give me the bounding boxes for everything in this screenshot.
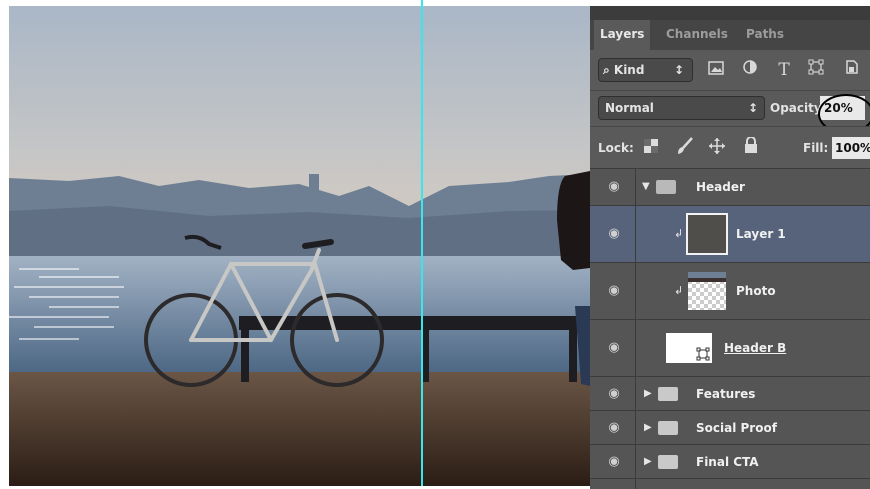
fill-input[interactable]: 100% bbox=[832, 137, 870, 159]
clipping-mask-arrow-icon: ↲ bbox=[674, 227, 684, 240]
layer-name: Header B bbox=[724, 341, 787, 355]
bicycle-seaside-photo bbox=[9, 6, 590, 486]
eye-icon: ◉ bbox=[608, 179, 620, 194]
filter-row: ⌕ Kind ↕ T bbox=[590, 50, 870, 90]
eye-icon: ◉ bbox=[608, 419, 620, 435]
layer-row-header[interactable]: ◉ ▼ Header bbox=[590, 168, 870, 205]
expand-triangle-icon[interactable]: ▶ bbox=[644, 421, 656, 435]
visibility-toggle[interactable]: ◉ bbox=[590, 320, 636, 376]
adjustment-filter-icon[interactable] bbox=[738, 58, 762, 82]
eye-icon: ◉ bbox=[608, 453, 620, 469]
tab-paths[interactable]: Paths bbox=[740, 20, 790, 50]
layer-row-final-cta[interactable]: ◉ ▶ Final CTA bbox=[590, 444, 870, 478]
select-arrow-icon: ↕ bbox=[673, 63, 684, 77]
fill-label: Fill: bbox=[803, 141, 829, 155]
smart-object-filter-icon[interactable] bbox=[840, 58, 864, 82]
visibility-toggle[interactable]: ◉ bbox=[590, 411, 636, 444]
shape-filter-icon[interactable] bbox=[804, 58, 828, 82]
layer-name: Photo bbox=[736, 284, 776, 298]
layer-name: Final CTA bbox=[696, 454, 759, 469]
layer-thumbnail bbox=[686, 213, 728, 255]
layer-name: Social Proof bbox=[696, 420, 777, 435]
layer-row-features[interactable]: ◉ ▶ Features bbox=[590, 376, 870, 410]
visibility-toggle[interactable] bbox=[590, 479, 636, 489]
shape-layer-thumbnail bbox=[666, 333, 712, 363]
lock-row: Lock: Fill: 100% bbox=[590, 126, 870, 168]
layer-row-social-proof[interactable]: ◉ ▶ Social Proof bbox=[590, 410, 870, 444]
layer-name: Features bbox=[696, 386, 756, 401]
expand-triangle-icon[interactable]: ▶ bbox=[644, 387, 656, 401]
folder-icon bbox=[658, 386, 678, 401]
visibility-toggle[interactable]: ◉ bbox=[590, 169, 636, 205]
tab-channels[interactable]: Channels bbox=[660, 20, 734, 50]
layer-row-photo[interactable]: ◉ ↲ Photo bbox=[590, 262, 870, 319]
lock-position-icon[interactable] bbox=[706, 137, 728, 159]
collapse-triangle-icon[interactable]: ▼ bbox=[642, 180, 654, 194]
lock-image-pixels-icon[interactable] bbox=[674, 137, 696, 159]
layer-name: Layer 1 bbox=[736, 227, 786, 241]
visibility-toggle[interactable]: ◉ bbox=[590, 445, 636, 478]
eye-icon: ◉ bbox=[608, 226, 620, 241]
layers-panel: Layers Channels Paths ⌕ Kind ↕ T Normal … bbox=[590, 6, 870, 489]
layer-row-header-b[interactable]: ◉ Header B bbox=[590, 319, 870, 376]
tab-layers[interactable]: Layers bbox=[594, 20, 651, 50]
layer-row-layer-1[interactable]: ◉ ↲ Layer 1 bbox=[590, 205, 870, 262]
folder-icon bbox=[658, 454, 678, 469]
filter-kind-select[interactable]: ⌕ Kind ↕ bbox=[598, 58, 693, 82]
blend-mode-select[interactable]: Normal ↕ bbox=[598, 96, 765, 120]
image-filter-icon[interactable] bbox=[704, 58, 728, 82]
visibility-toggle[interactable]: ◉ bbox=[590, 206, 636, 262]
eye-icon: ◉ bbox=[608, 283, 620, 298]
folder-open-icon bbox=[656, 180, 676, 194]
layer-name: Header bbox=[696, 180, 745, 194]
type-filter-icon[interactable]: T bbox=[772, 58, 796, 82]
panel-tab-bar: Layers Channels Paths bbox=[590, 20, 870, 50]
filter-kind-label: ⌕ Kind bbox=[603, 63, 645, 77]
clipping-mask-arrow-icon: ↲ bbox=[674, 284, 684, 297]
blend-row: Normal ↕ Opacity: 20% bbox=[590, 90, 870, 134]
eye-icon: ◉ bbox=[608, 385, 620, 401]
visibility-toggle[interactable]: ◉ bbox=[590, 377, 636, 410]
eye-icon: ◉ bbox=[608, 340, 620, 355]
panel-top-bar bbox=[590, 6, 870, 20]
document-canvas[interactable] bbox=[9, 6, 590, 486]
lock-label: Lock: bbox=[598, 141, 634, 155]
blend-mode-value: Normal bbox=[605, 101, 654, 115]
vertical-guide[interactable] bbox=[421, 0, 423, 486]
folder-icon bbox=[658, 420, 678, 435]
select-arrow-icon: ↕ bbox=[747, 101, 758, 115]
lock-transparent-pixels-icon[interactable] bbox=[640, 137, 662, 159]
lock-all-icon[interactable] bbox=[740, 136, 762, 159]
visibility-toggle[interactable]: ◉ bbox=[590, 263, 636, 319]
layer-thumbnail bbox=[688, 272, 726, 310]
layer-row-partial[interactable] bbox=[590, 478, 870, 489]
expand-triangle-icon[interactable]: ▶ bbox=[644, 455, 656, 469]
